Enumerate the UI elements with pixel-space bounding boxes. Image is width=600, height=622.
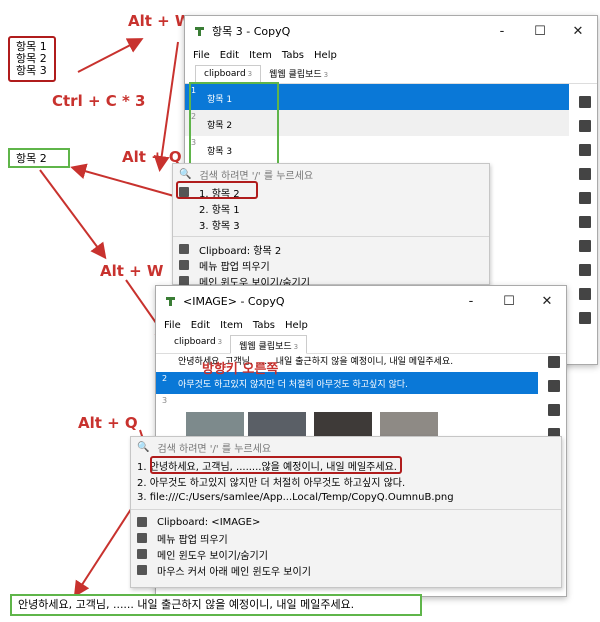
blank-icon — [179, 219, 189, 229]
pin-icon[interactable] — [579, 120, 591, 132]
minimize-button[interactable]: - — [452, 294, 490, 309]
window2-titlebar: <IMAGE> - CopyQ - ☐ ✕ — [156, 286, 566, 316]
maximize-button[interactable]: ☐ — [521, 24, 559, 39]
popup2-action-menu-label: 메뉴 팝업 띄우기 — [157, 534, 228, 546]
copy-icon[interactable] — [579, 216, 591, 228]
shortcut-label-alt-q-2: Alt + Q — [78, 414, 138, 432]
pencil-icon[interactable] — [579, 312, 591, 324]
popup2-entry-3-label: 3. file:///C:/Users/samlee/App...Local/T… — [137, 491, 454, 503]
popup2-entry-2-label: 2. 아무것도 하고있지 않지만 더 처절히 아무것도 하고싶지 않다. — [137, 477, 406, 489]
tab-clipboard-count: 3 — [217, 338, 223, 346]
menu-tabs[interactable]: Tabs — [282, 50, 304, 61]
tab-web-clipboard[interactable]: 웹웹 클립보드 3 — [261, 64, 336, 83]
window2-title: <IMAGE> - CopyQ — [183, 294, 285, 308]
tag-outline-icon[interactable] — [579, 168, 591, 180]
window1-menubar: File Edit Item Tabs Help — [185, 46, 597, 64]
item-text: 아무것도 하고있지 않지만 더 처절히 아무것도 하고싶지 않다. — [178, 380, 408, 390]
popup2-action-under-cursor[interactable]: 마우스 커서 아래 메인 윈도우 보이기 — [131, 562, 561, 578]
popup1-entry-3-label: 3. 항목 3 — [199, 220, 240, 232]
copyq-app-icon — [195, 26, 204, 36]
window1-title: 항목 3 - CopyQ — [212, 25, 291, 38]
popup2-action-menu[interactable]: 메뉴 팝업 띄우기 — [131, 530, 561, 546]
direction-key-label: 방향키 오른쪽 — [202, 362, 279, 377]
items-highlight — [189, 82, 279, 166]
search-icon: 🔍 — [137, 441, 150, 453]
popup2-action-toggle-label: 메인 윈도우 보이기/숨기기 — [157, 550, 268, 562]
popup2-action-clipboard-label: Clipboard: <IMAGE> — [157, 516, 261, 528]
menu-file[interactable]: File — [193, 50, 210, 61]
menu-help[interactable]: Help — [314, 50, 337, 61]
popup2-search-placeholder: 검색 하려면 '/' 를 누르세요 — [157, 443, 272, 455]
arrow-popup-to-paste — [70, 163, 175, 197]
window-icon — [137, 549, 147, 559]
new-item-icon[interactable] — [579, 96, 591, 108]
popup1-entry-2-label: 2. 항목 1 — [199, 204, 240, 216]
popup2-action-toggle[interactable]: 메인 윈도우 보이기/숨기기 — [131, 546, 561, 562]
minimize-button[interactable]: - — [483, 24, 521, 39]
menu-item[interactable]: Item — [249, 50, 272, 61]
popup1-action-clipboard[interactable]: Clipboard: 항목 2 — [173, 241, 489, 257]
popup1-entry-3[interactable]: 3. 항목 3 — [173, 216, 489, 232]
popup2-entry-3[interactable]: 3. file:///C:/Users/samlee/App...Local/T… — [131, 489, 561, 505]
clipboard-icon — [137, 517, 147, 527]
popup1-action-menu[interactable]: 메뉴 팝업 띄우기 — [173, 257, 489, 273]
copyq-app-icon — [166, 296, 175, 306]
window1-tabbar: clipboard 3 웹웹 클립보드 3 — [185, 64, 597, 84]
blank-icon — [179, 203, 189, 213]
shortcut-label-ctrl-c: Ctrl + C * 3 — [52, 92, 146, 110]
menu-edit[interactable]: Edit — [191, 320, 210, 331]
final-paste-result-text: 안녕하세요, 고객님, ...... 내일 출근하지 않을 예정이니, 내일 메… — [18, 598, 355, 611]
popup1-entry-2[interactable]: 2. 항목 1 — [173, 200, 489, 216]
search-icon: 🔍 — [179, 168, 192, 180]
menu-file[interactable]: File — [164, 320, 181, 331]
menu-tabs[interactable]: Tabs — [253, 320, 275, 331]
trash-icon[interactable] — [579, 264, 591, 276]
popup1-selection-highlight — [176, 181, 258, 199]
item-number: 2 — [162, 374, 168, 383]
arrow-paste-to-altw — [39, 169, 107, 260]
window-icon — [137, 565, 147, 575]
menu-icon — [179, 260, 189, 270]
menu-edit[interactable]: Edit — [220, 50, 239, 61]
popup1-search-placeholder: 검색 하려면 '/' 를 누르세요 — [199, 170, 314, 182]
info-icon[interactable] — [579, 240, 591, 252]
popup1-separator — [173, 236, 489, 237]
popup2-action-clipboard[interactable]: Clipboard: <IMAGE> — [131, 514, 561, 530]
arrow-copy-to-window — [77, 38, 144, 73]
window1-toolbar — [573, 96, 597, 336]
menu-help[interactable]: Help — [285, 320, 308, 331]
menu-item[interactable]: Item — [220, 320, 243, 331]
popup2-selection-highlight — [150, 456, 402, 474]
pin-icon[interactable] — [548, 380, 560, 392]
tab-web-clipboard-label: 웹웹 클립보드 — [269, 70, 322, 80]
window2-menubar: File Edit Item Tabs Help — [156, 316, 566, 334]
popup1-action-menu-label: 메뉴 팝업 띄우기 — [199, 261, 270, 273]
new-item-icon[interactable] — [548, 356, 560, 368]
tab-clipboard-label: clipboard — [174, 337, 216, 347]
popup2-entry-2[interactable]: 2. 아무것도 하고있지 않지만 더 처절히 아무것도 하고싶지 않다. — [131, 473, 561, 489]
tab-web-clipboard-count: 3 — [323, 71, 329, 79]
clipboard-icon — [179, 244, 189, 254]
tag-icon[interactable] — [579, 144, 591, 156]
popup2-separator — [131, 509, 561, 510]
edit-icon[interactable] — [579, 288, 591, 300]
tab-clipboard-label: clipboard — [204, 69, 246, 79]
popup2-action-under-cursor-label: 마우스 커서 아래 메인 윈도우 보이기 — [157, 566, 311, 578]
popup2-search[interactable]: 🔍 검색 하려면 '/' 를 누르세요 — [131, 437, 561, 457]
window1-titlebar: 항목 3 - CopyQ - ☐ ✕ — [185, 16, 597, 46]
tag-remove-icon[interactable] — [579, 192, 591, 204]
menu-icon — [137, 533, 147, 543]
tab-clipboard-count: 3 — [247, 70, 253, 78]
maximize-button[interactable]: ☐ — [490, 294, 528, 309]
close-button[interactable]: ✕ — [559, 24, 597, 39]
popup1-action-clipboard-label: Clipboard: 항목 2 — [199, 245, 282, 257]
final-paste-result-note: 안녕하세요, 고객님, ...... 내일 출근하지 않을 예정이니, 내일 메… — [10, 594, 422, 616]
tag-icon[interactable] — [548, 404, 560, 416]
close-button[interactable]: ✕ — [528, 294, 566, 309]
shortcut-label-alt-w-1: Alt + W — [128, 12, 192, 30]
item-number: 3 — [162, 396, 168, 405]
shortcut-label-alt-w-2: Alt + W — [100, 262, 164, 280]
